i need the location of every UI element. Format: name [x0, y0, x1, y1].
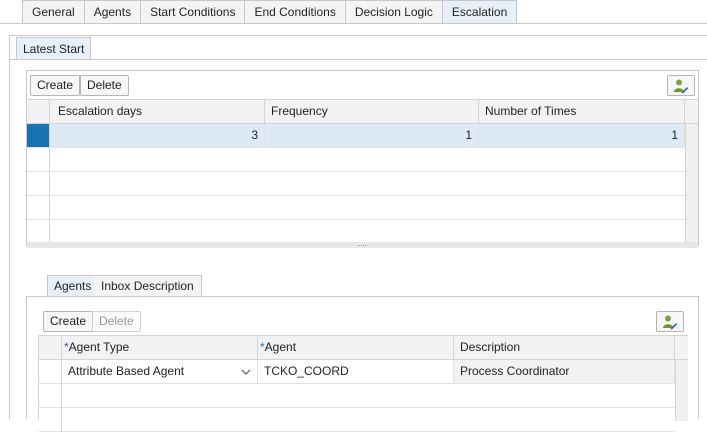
table-row[interactable]: 3 1 1 — [27, 124, 685, 148]
personalize-icon — [663, 315, 678, 329]
empty-row — [27, 148, 685, 172]
row-selector[interactable] — [39, 408, 62, 431]
settings-button[interactable] — [667, 75, 695, 96]
col-agent[interactable]: *Agent — [258, 336, 454, 359]
description-cell: Process Coordinator — [454, 360, 675, 383]
tab-start-conditions[interactable]: Start Conditions — [141, 0, 246, 24]
tab-lower-agents[interactable]: Agents — [47, 275, 99, 297]
vertical-scrollbar[interactable] — [685, 124, 698, 244]
tab-general[interactable]: General — [22, 0, 85, 24]
agent-type-value: Attribute Based Agent — [68, 364, 185, 378]
col-escalation-days[interactable]: Escalation days — [50, 100, 265, 123]
empty-cell — [62, 384, 675, 407]
tab-decision-logic[interactable]: Decision Logic — [345, 0, 443, 24]
tab-agents[interactable]: Agents — [84, 0, 142, 24]
col-description[interactable]: Description — [454, 336, 675, 359]
row-selector[interactable] — [27, 124, 50, 147]
delete-agent-button[interactable]: Delete — [92, 311, 141, 332]
agents-grid: *Agent Type *Agent Description Attribute… — [38, 335, 688, 432]
agents-vertical-scrollbar[interactable] — [675, 360, 688, 421]
empty-row — [27, 220, 685, 244]
col-number-of-times[interactable]: Number of Times — [479, 100, 685, 123]
tab-latest-start[interactable]: Latest Start — [16, 37, 92, 60]
create-agent-button[interactable]: Create — [43, 311, 94, 332]
agent-type-select[interactable]: Attribute Based Agent — [62, 360, 258, 383]
agent-input[interactable]: TCKO_COORD — [258, 360, 454, 383]
frequency-cell[interactable]: 1 — [265, 124, 479, 147]
row-selector[interactable] — [27, 196, 50, 219]
empty-row — [27, 172, 685, 196]
number-of-times-cell[interactable]: 1 — [479, 124, 685, 147]
row-selector[interactable] — [39, 360, 62, 383]
col-frequency[interactable]: Frequency — [265, 100, 479, 123]
chevron-down-icon[interactable] — [241, 369, 251, 375]
empty-row — [39, 384, 675, 408]
sub-tab-divider — [9, 59, 707, 60]
row-selector[interactable] — [27, 148, 50, 171]
top-tab-strip: General Agents Start Conditions End Cond… — [22, 0, 518, 24]
col-agent-type[interactable]: *Agent Type — [62, 336, 258, 359]
table-row[interactable]: Attribute Based Agent TCKO_COORD Process… — [39, 360, 675, 384]
create-escalation-button[interactable]: Create — [30, 75, 81, 96]
tab-escalation[interactable]: Escalation — [442, 0, 518, 24]
personalize-icon — [674, 79, 689, 93]
escalation-panel: Create Delete Escalation days Frequency … — [26, 70, 699, 248]
row-selector[interactable] — [39, 384, 62, 407]
escalation-grid-header: Escalation days Frequency Number of Time… — [27, 100, 698, 124]
agents-settings-button[interactable] — [656, 311, 684, 332]
delete-escalation-button[interactable]: Delete — [80, 75, 129, 96]
escalation-grid: Escalation days Frequency Number of Time… — [27, 99, 698, 248]
row-selector[interactable] — [27, 220, 50, 243]
empty-row — [27, 196, 685, 220]
tab-strip-divider — [0, 23, 707, 24]
agents-grid-header: *Agent Type *Agent Description — [39, 336, 688, 360]
col-agent-label: Agent — [264, 340, 297, 354]
empty-row — [39, 408, 675, 432]
row-selector[interactable] — [27, 172, 50, 195]
splitter-grip: .... — [358, 239, 367, 248]
tab-inbox-description[interactable]: Inbox Description — [94, 275, 202, 297]
col-agent-type-label: Agent Type — [68, 340, 130, 354]
select-all-cell[interactable] — [39, 336, 62, 359]
select-all-cell[interactable] — [27, 100, 50, 123]
tab-end-conditions[interactable]: End Conditions — [245, 0, 346, 24]
escalation-days-cell[interactable]: 3 — [50, 124, 265, 147]
splitter-bar[interactable]: .... — [27, 239, 698, 248]
agents-panel: Create Delete *Agent Type *Agent Descrip… — [26, 296, 699, 432]
